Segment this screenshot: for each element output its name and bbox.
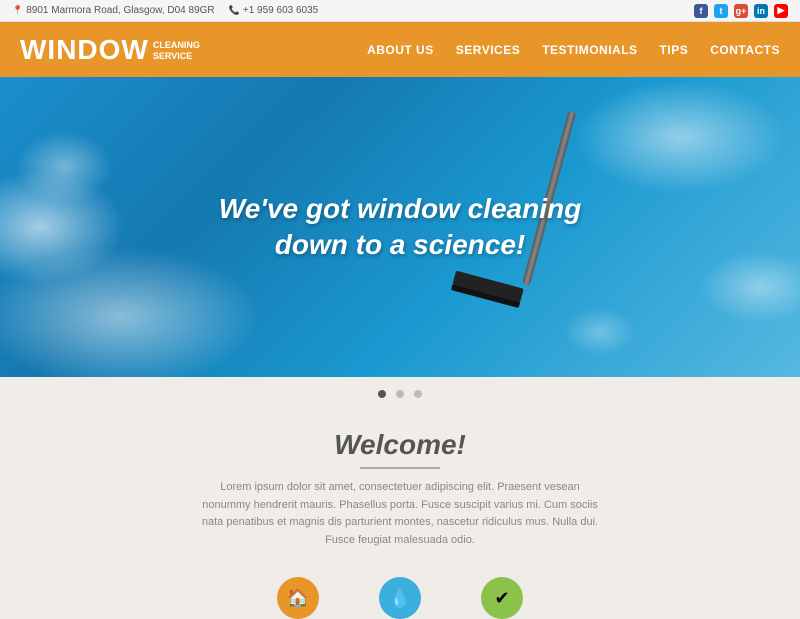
hero-section: We've got window cleaning down to a scie…: [0, 77, 800, 377]
dot-2[interactable]: [396, 390, 404, 398]
feature-icon-1: 🏠: [277, 577, 319, 619]
googleplus-icon[interactable]: g+: [734, 4, 748, 18]
facebook-icon[interactable]: f: [694, 4, 708, 18]
nav-about-us[interactable]: ABOUT US: [367, 43, 434, 57]
home-icon: 🏠: [277, 577, 319, 619]
hero-headline: We've got window cleaning down to a scie…: [219, 191, 581, 264]
welcome-title: Welcome!: [20, 429, 780, 461]
welcome-section: Welcome! Lorem ipsum dolor sit amet, con…: [0, 411, 800, 577]
water-icon: 💧: [379, 577, 421, 619]
nav-tips[interactable]: TIPS: [660, 43, 689, 57]
linkedin-icon[interactable]: in: [754, 4, 768, 18]
carousel-dots: [0, 377, 800, 411]
logo-brand: WINDOW: [20, 34, 149, 66]
hero-text: We've got window cleaning down to a scie…: [219, 191, 581, 264]
feature-icon-3: ✔: [481, 577, 523, 619]
nav-contacts[interactable]: CONTACTS: [710, 43, 780, 57]
social-icons: f t g+ in ▶: [694, 4, 788, 18]
dot-1[interactable]: [378, 390, 386, 398]
welcome-divider: [360, 467, 440, 469]
nav-services[interactable]: SERVICES: [456, 43, 520, 57]
logo-sub: CLEANING SERVICE: [153, 40, 200, 62]
welcome-body: Lorem ipsum dolor sit amet, consectetuer…: [200, 479, 600, 549]
logo[interactable]: WINDOW CLEANING SERVICE: [20, 34, 200, 66]
dot-3[interactable]: [414, 390, 422, 398]
phone: +1 959 603 6035: [229, 5, 319, 16]
main-nav: ABOUT US SERVICES TESTIMONIALS TIPS CONT…: [367, 43, 780, 57]
youtube-icon[interactable]: ▶: [774, 4, 788, 18]
feature-icons: 🏠 💧 ✔: [0, 577, 800, 619]
check-icon: ✔: [481, 577, 523, 619]
nav-testimonials[interactable]: TESTIMONIALS: [542, 43, 637, 57]
top-bar-contact: 8901 Marmora Road, Glasgow, D04 89GR +1 …: [12, 5, 318, 16]
top-bar: 8901 Marmora Road, Glasgow, D04 89GR +1 …: [0, 0, 800, 22]
header: WINDOW CLEANING SERVICE ABOUT US SERVICE…: [0, 22, 800, 77]
twitter-icon[interactable]: t: [714, 4, 728, 18]
feature-icon-2: 💧: [379, 577, 421, 619]
address: 8901 Marmora Road, Glasgow, D04 89GR: [12, 5, 215, 16]
